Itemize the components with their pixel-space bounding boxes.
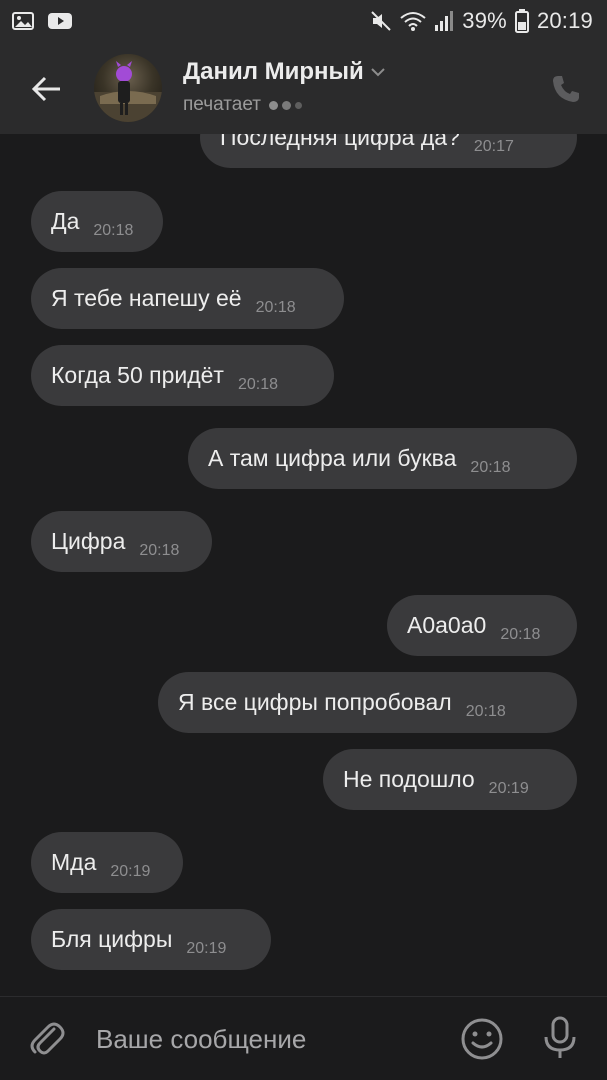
chat-header: Данил Мирный печатает bbox=[0, 42, 607, 134]
contact-name[interactable]: Данил Мирный bbox=[183, 58, 386, 86]
composer bbox=[0, 996, 607, 1080]
mute-icon bbox=[370, 10, 392, 32]
message-bubble-outgoing[interactable]: Я все цифры попробовал 20:18 bbox=[158, 672, 577, 733]
wifi-icon bbox=[400, 10, 426, 32]
typing-label: печатает bbox=[183, 94, 261, 115]
message-text: А там цифра или буква bbox=[208, 445, 457, 471]
emoji-button[interactable] bbox=[460, 1017, 504, 1061]
signal-icon bbox=[434, 10, 454, 32]
message-text: Когда 50 придёт bbox=[51, 362, 224, 388]
emoji-icon bbox=[461, 1018, 503, 1060]
battery-percent: 39% bbox=[462, 8, 507, 33]
message-time: 20:18 bbox=[255, 298, 296, 316]
message-time: 20:18 bbox=[470, 458, 511, 476]
chat-screen: 39% 20:19 Данил Мирный печатает Последня… bbox=[0, 0, 607, 1080]
status-bar: 39% 20:19 bbox=[0, 0, 607, 42]
message-bubble-outgoing[interactable]: Последняя цифра да? 20:17 bbox=[200, 134, 577, 168]
message-time: 20:19 bbox=[110, 862, 151, 880]
message-time: 20:17 bbox=[473, 137, 514, 155]
voice-message-button[interactable] bbox=[540, 1015, 580, 1061]
message-text: Да bbox=[51, 208, 80, 234]
message-time: 20:18 bbox=[139, 541, 180, 559]
message-list: Последняя цифра да? 20:17 Да 20:18 Я теб… bbox=[0, 134, 607, 996]
message-text: Мда bbox=[51, 849, 97, 875]
battery-icon bbox=[514, 9, 529, 33]
status-time: 20:19 bbox=[536, 8, 593, 33]
message-text: Последняя цифра да? bbox=[220, 134, 460, 150]
paperclip-icon bbox=[30, 1022, 65, 1055]
message-bubble-incoming[interactable]: Мда 20:19 bbox=[31, 832, 183, 893]
call-button[interactable] bbox=[551, 74, 581, 104]
chevron-down-icon bbox=[371, 68, 385, 77]
gallery-icon bbox=[12, 12, 34, 30]
message-text: Не подошло bbox=[343, 766, 475, 792]
message-time: 20:19 bbox=[488, 779, 529, 797]
attach-button[interactable] bbox=[28, 1019, 66, 1059]
contact-name-text: Данил Мирный bbox=[183, 58, 364, 85]
message-text: A0a0a0 bbox=[407, 612, 487, 638]
message-time: 20:18 bbox=[93, 221, 134, 239]
message-input[interactable] bbox=[96, 1021, 436, 1057]
message-bubble-incoming[interactable]: Когда 50 придёт 20:18 bbox=[31, 345, 334, 406]
typing-dots-icon bbox=[268, 100, 302, 110]
message-text: Цифра bbox=[51, 528, 126, 554]
message-time: 20:18 bbox=[500, 625, 541, 643]
microphone-icon bbox=[544, 1016, 576, 1058]
phone-icon bbox=[553, 76, 579, 102]
message-bubble-outgoing[interactable]: Не подошло 20:19 bbox=[323, 749, 577, 810]
message-text: Я тебе напешу её bbox=[51, 285, 242, 311]
message-bubble-incoming[interactable]: Да 20:18 bbox=[31, 191, 163, 252]
message-time: 20:18 bbox=[465, 702, 506, 720]
message-text: Бля цифры bbox=[51, 926, 173, 952]
back-button[interactable] bbox=[30, 72, 64, 106]
message-text: Я все цифры попробовал bbox=[178, 689, 452, 715]
youtube-icon bbox=[48, 12, 72, 30]
back-arrow-icon bbox=[31, 76, 60, 102]
message-time: 20:18 bbox=[237, 375, 279, 393]
message-bubble-incoming[interactable]: Я тебе напешу её 20:18 bbox=[31, 268, 344, 329]
message-bubble-incoming[interactable]: Цифра 20:18 bbox=[31, 511, 212, 572]
message-bubble-incoming[interactable]: Бля цифры 20:19 bbox=[31, 909, 271, 970]
avatar[interactable] bbox=[94, 54, 162, 122]
message-bubble-outgoing[interactable]: А там цифра или буква 20:18 bbox=[188, 428, 577, 489]
message-bubble-outgoing[interactable]: A0a0a0 20:18 bbox=[387, 595, 577, 656]
message-time: 20:19 bbox=[186, 939, 227, 957]
typing-status: печатает bbox=[183, 94, 302, 116]
